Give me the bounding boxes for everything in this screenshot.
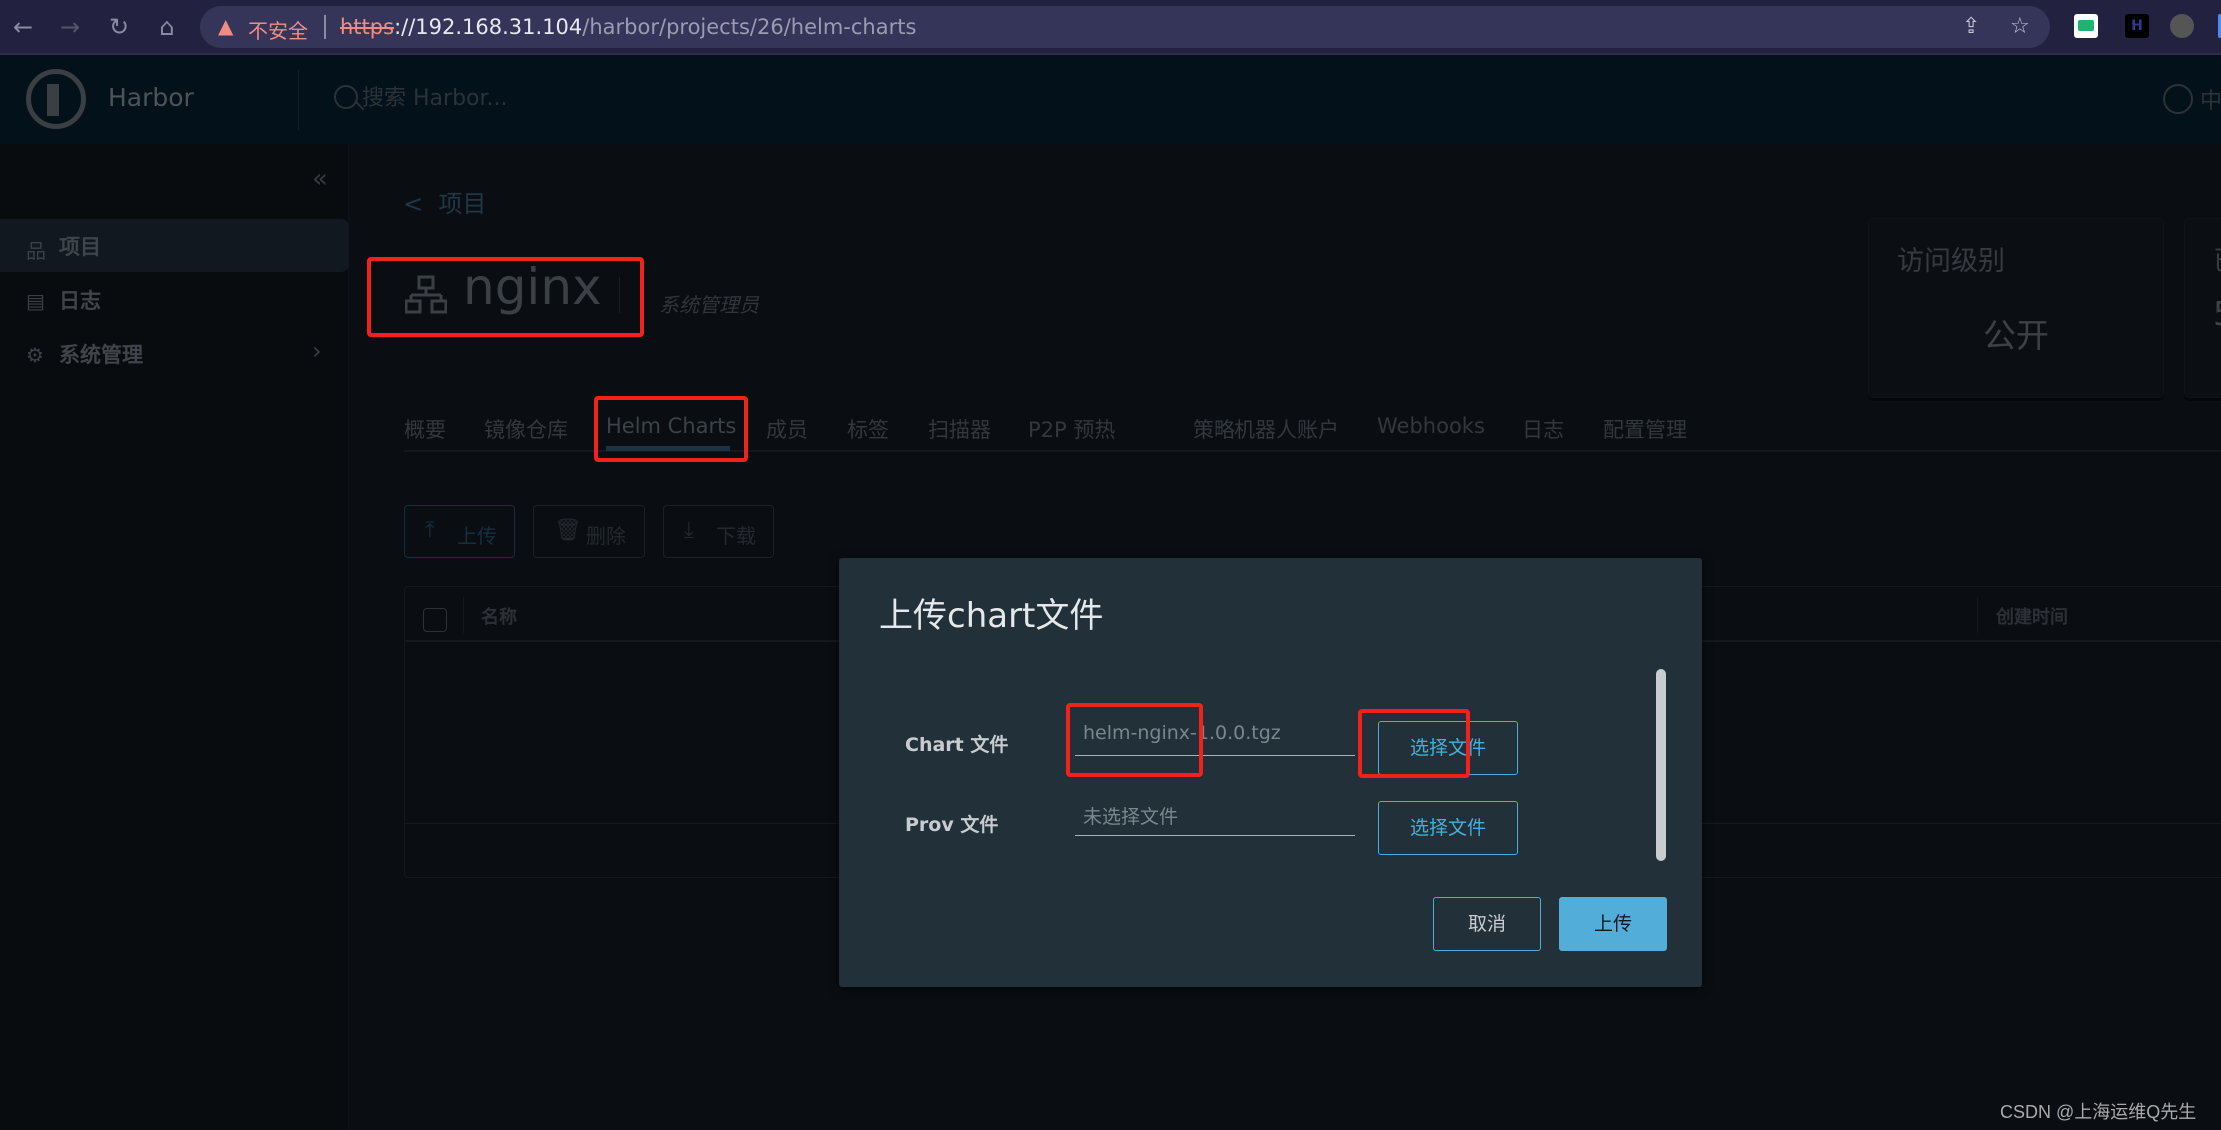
tab-scanner[interactable]: 扫描器	[928, 414, 991, 444]
search-input[interactable]	[362, 81, 962, 115]
sidebar-item-projects[interactable]: 品 项目	[0, 219, 349, 272]
sidebar-item-label: 系统管理	[59, 343, 143, 367]
search-icon	[334, 85, 358, 109]
annotation-highlight-tab	[594, 396, 748, 462]
url-scheme: https	[340, 15, 395, 39]
dialog-scrollbar[interactable]	[1656, 669, 1666, 861]
back-icon[interactable]: ←	[8, 12, 38, 42]
column-header-created[interactable]: 创建时间	[1996, 603, 2068, 629]
back-chevron-icon: <	[403, 190, 439, 218]
prov-file-label: Prov 文件	[905, 814, 999, 836]
warning-icon: ▲	[218, 14, 234, 38]
url-separator	[324, 15, 326, 39]
watermark: CSDN @上海运维Q先生	[2000, 1102, 2197, 1122]
breadcrumb-projects[interactable]: 项目	[438, 190, 486, 218]
upload-chart-dialog: 上传chart文件 Chart 文件 helm-nginx-1.0.0.tgz …	[839, 558, 1702, 987]
download-icon: ⤓	[684, 518, 694, 543]
harbor-logo-icon[interactable]	[26, 69, 86, 129]
upload-icon: ⤒	[425, 518, 435, 543]
brand-name[interactable]: Harbor	[108, 83, 194, 112]
url-host: ://192.168.31.104	[394, 15, 583, 39]
delete-chart-button[interactable]: 🗑 删除	[533, 505, 645, 558]
address-bar[interactable]: ▲ 不安全 https://192.168.31.104/harbor/proj…	[200, 6, 2050, 48]
sidebar-item-administration[interactable]: ⚙ 系统管理 ›	[0, 327, 349, 380]
project-icon: 品	[26, 239, 46, 263]
summary-card: 已 5	[2184, 218, 2221, 398]
tab-p2p-preheat[interactable]: P2P 预热	[1028, 414, 1115, 444]
browser-toolbar: ← → ↻ ⌂ ▲ 不安全 https://192.168.31.104/har…	[0, 0, 2221, 55]
sidebar-item-label: 日志	[59, 289, 101, 313]
access-level-label: 访问级别	[1897, 246, 2005, 277]
header-divider	[298, 70, 299, 130]
tab-labels[interactable]: 标签	[847, 414, 889, 444]
access-level-value: 公开	[1983, 316, 2049, 355]
access-level-card: 访问级别 公开	[1868, 218, 2164, 398]
chart-file-label: Chart 文件	[905, 734, 1009, 756]
breadcrumb[interactable]: < 项目	[403, 184, 486, 219]
tab-summary[interactable]: 概要	[404, 414, 446, 444]
tab-configuration[interactable]: 配置管理	[1603, 414, 1687, 444]
dialog-title: 上传chart文件	[879, 596, 1104, 636]
collapse-sidebar-icon[interactable]: «	[312, 164, 328, 194]
url-path: /harbor/projects/26/helm-charts	[582, 15, 917, 39]
admin-icon: ⚙	[26, 343, 44, 367]
select-all-checkbox[interactable]	[423, 608, 447, 632]
download-chart-button[interactable]: ⤓ 下载	[663, 505, 774, 558]
url-text[interactable]: https://192.168.31.104/harbor/projects/2…	[340, 15, 916, 39]
tab-members[interactable]: 成员	[766, 414, 808, 444]
security-label[interactable]: 不安全	[248, 15, 308, 44]
upload-button[interactable]: 上传	[1559, 897, 1667, 951]
sidebar-item-label: 项目	[59, 235, 101, 259]
prov-file-field[interactable]: 未选择文件	[1075, 792, 1355, 836]
trash-icon: 🗑	[554, 518, 582, 543]
extension-h-icon[interactable]: H	[2125, 14, 2149, 38]
annotation-highlight-choose-file	[1358, 709, 1470, 778]
reload-icon[interactable]: ↻	[104, 12, 134, 42]
app-header: Harbor 中	[0, 55, 2221, 144]
tab-robot-accounts[interactable]: 机器人账户	[1234, 414, 1339, 444]
cancel-button[interactable]: 取消	[1433, 897, 1541, 951]
tab-repositories[interactable]: 镜像仓库	[484, 414, 568, 444]
globe-icon[interactable]	[2163, 84, 2193, 114]
tab-logs[interactable]: 日志	[1522, 414, 1564, 444]
annotation-highlight-project	[367, 257, 644, 337]
profile-avatar[interactable]	[2170, 14, 2194, 38]
language-selector[interactable]: 中	[2200, 83, 2221, 115]
summary-card-value: 5	[2213, 294, 2221, 333]
upload-chart-button[interactable]: ⤒ 上传	[404, 505, 515, 558]
project-role: 系统管理员	[659, 293, 759, 317]
home-icon[interactable]: ⌂	[152, 12, 182, 42]
forward-icon[interactable]: →	[55, 12, 85, 42]
tab-webhooks[interactable]: Webhooks	[1377, 414, 1485, 438]
bookmark-star-icon[interactable]: ☆	[2010, 14, 2030, 39]
share-icon[interactable]: ⇪	[1962, 14, 1980, 39]
sidebar: « 品 项目 ▤ 日志 ⚙ 系统管理 ›	[0, 144, 349, 1130]
choose-prov-file-button[interactable]: 选择文件	[1378, 801, 1518, 855]
annotation-highlight-chart-file	[1066, 703, 1203, 777]
summary-card-label: 已	[2213, 239, 2221, 278]
extension-icon[interactable]	[2074, 14, 2098, 38]
log-icon: ▤	[26, 289, 45, 313]
sidebar-item-logs[interactable]: ▤ 日志	[0, 273, 349, 326]
column-separator	[463, 597, 464, 633]
column-header-name[interactable]: 名称	[481, 603, 517, 629]
column-separator	[1977, 597, 1978, 633]
chevron-right-icon: ›	[312, 337, 322, 365]
tab-policy[interactable]: 策略	[1193, 414, 1235, 444]
